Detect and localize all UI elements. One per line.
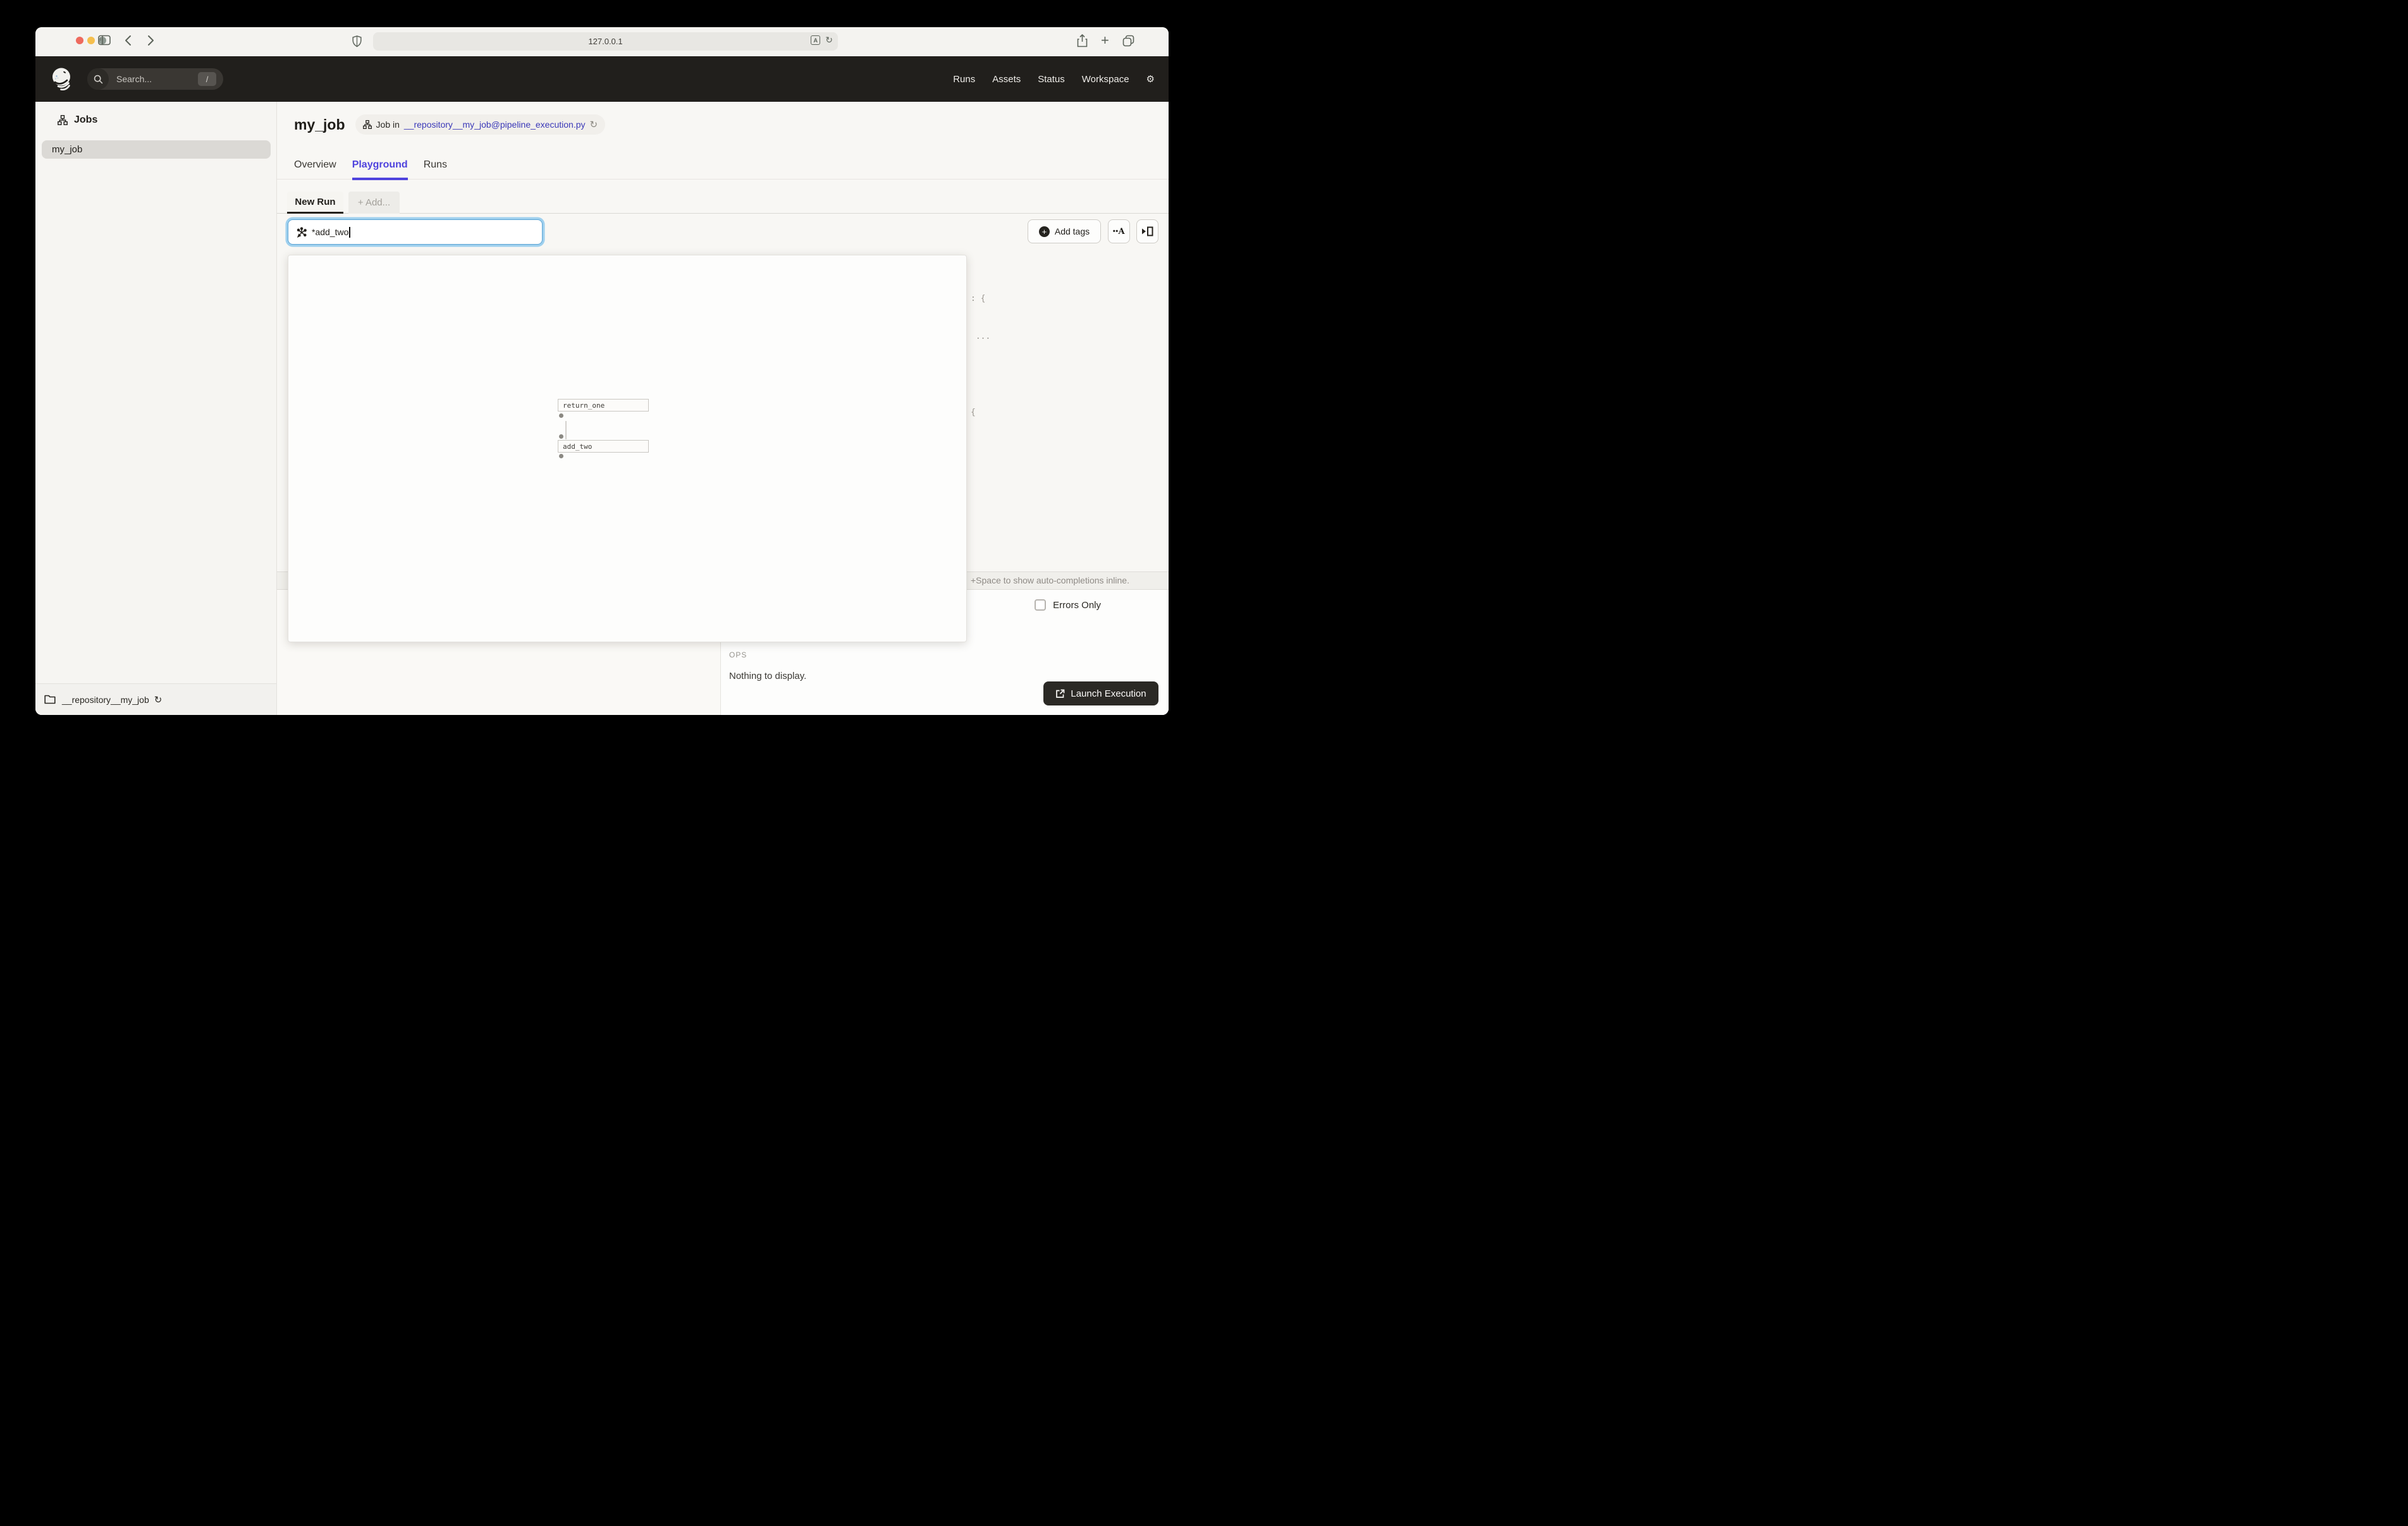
output-port-dot xyxy=(559,454,563,458)
config-line: ... xyxy=(971,331,1158,343)
folder-icon xyxy=(44,695,56,704)
repository-name: __repository__my_job xyxy=(62,695,149,705)
expand-panel-button[interactable] xyxy=(1136,219,1158,243)
graph-preview-popover: return_one add_two xyxy=(288,255,967,642)
input-port-dot xyxy=(559,434,563,439)
forward-icon[interactable] xyxy=(147,35,154,46)
url-text: 127.0.0.1 xyxy=(588,37,622,46)
header-nav: Runs Assets Status Workspace ⚙ xyxy=(953,74,1155,85)
op-selector-value: *add_two xyxy=(312,227,348,237)
jobs-section-header: Jobs xyxy=(58,114,97,126)
page-title: my_job xyxy=(294,116,345,133)
badge-prefix: Job in xyxy=(376,119,400,130)
nav-workspace[interactable]: Workspace xyxy=(1082,74,1129,85)
ops-section-title: OPS xyxy=(729,650,747,659)
job-icon xyxy=(58,115,68,125)
autocomplete-hint: +Space to show auto-completions inline. xyxy=(971,575,1129,585)
nav-status[interactable]: Status xyxy=(1038,74,1065,85)
shortcuts-hint-button[interactable]: ••A xyxy=(1108,219,1130,243)
tab-add-config[interactable]: + Add... xyxy=(348,192,400,214)
new-tab-icon[interactable]: + xyxy=(1101,35,1109,46)
job-tabs: Overview Playground Runs xyxy=(277,156,1169,180)
op-selector-input[interactable]: *add_two xyxy=(288,219,543,245)
ops-empty-message: Nothing to display. xyxy=(729,671,806,681)
share-icon[interactable] xyxy=(1077,34,1088,47)
jobs-section-title: Jobs xyxy=(74,114,97,126)
external-link-icon xyxy=(1055,689,1065,699)
dependency-edge xyxy=(565,421,567,439)
shield-icon[interactable] xyxy=(352,35,362,47)
job-icon xyxy=(363,120,372,129)
translate-icon[interactable]: A xyxy=(811,35,820,45)
browser-window: 127.0.0.1 A ↻ + xyxy=(35,27,1169,715)
tab-overview[interactable]: Overview xyxy=(294,156,336,179)
sidebar: Jobs my_job __repository__my_job ↻ xyxy=(35,102,277,715)
close-window-button[interactable] xyxy=(76,37,83,44)
output-port-dot xyxy=(559,413,563,418)
nav-runs[interactable]: Runs xyxy=(953,74,975,85)
config-line xyxy=(971,369,1158,381)
search-icon xyxy=(87,68,109,90)
nav-assets[interactable]: Assets xyxy=(992,74,1021,85)
tab-runs[interactable]: Runs xyxy=(424,156,447,179)
back-icon[interactable] xyxy=(125,35,132,46)
sidebar-toggle-icon[interactable] xyxy=(98,35,111,46)
panel-toggle-icon xyxy=(1141,226,1153,236)
tab-overview-icon[interactable] xyxy=(1122,35,1134,47)
op-node-return-one[interactable]: return_one xyxy=(558,399,649,412)
job-origin-badge: Job in __repository__my_job@pipeline_exe… xyxy=(355,114,606,135)
search-placeholder: Search... xyxy=(116,74,152,84)
reload-icon[interactable]: ↻ xyxy=(825,35,833,46)
gear-icon[interactable]: ⚙ xyxy=(1146,75,1155,84)
errors-only-checkbox[interactable] xyxy=(1035,599,1046,611)
sidebar-item-my-job[interactable]: my_job xyxy=(42,140,271,159)
text-caret xyxy=(349,227,350,238)
browser-chrome: 127.0.0.1 A ↻ + xyxy=(35,27,1169,56)
url-bar[interactable]: 127.0.0.1 A ↻ xyxy=(373,32,838,51)
op-node-add-two[interactable]: add_two xyxy=(558,440,649,453)
search-shortcut-badge: / xyxy=(198,72,216,86)
tab-playground[interactable]: Playground xyxy=(352,156,408,179)
badge-refresh-icon[interactable]: ↻ xyxy=(590,119,598,130)
add-tags-button[interactable]: + Add tags xyxy=(1028,219,1101,243)
config-text: : { ... { : ... : ... solid is not prese… xyxy=(971,267,1158,440)
run-config-tabs: New Run + Add... xyxy=(277,192,1169,214)
dagster-logo xyxy=(49,66,75,92)
badge-repository-link[interactable]: __repository__my_job@pipeline_execution.… xyxy=(404,119,586,130)
op-selector-icon xyxy=(296,227,307,238)
tab-new-run[interactable]: New Run xyxy=(287,192,343,214)
errors-only-toggle[interactable]: Errors Only xyxy=(1035,599,1101,611)
global-search[interactable]: Search... / xyxy=(87,68,223,90)
config-line: : { xyxy=(971,293,1158,305)
app-header: Search... / Runs Assets Status Workspace… xyxy=(35,56,1169,102)
plus-circle-icon: + xyxy=(1039,226,1050,237)
repository-footer: __repository__my_job ↻ xyxy=(35,683,276,715)
config-line: { xyxy=(971,406,1158,419)
launch-execution-button[interactable]: Launch Execution xyxy=(1043,681,1158,705)
minimize-window-button[interactable] xyxy=(87,37,95,44)
repository-refresh-icon[interactable]: ↻ xyxy=(154,694,163,705)
main-content: my_job Job in __repository__my_job@pipel… xyxy=(277,102,1169,715)
